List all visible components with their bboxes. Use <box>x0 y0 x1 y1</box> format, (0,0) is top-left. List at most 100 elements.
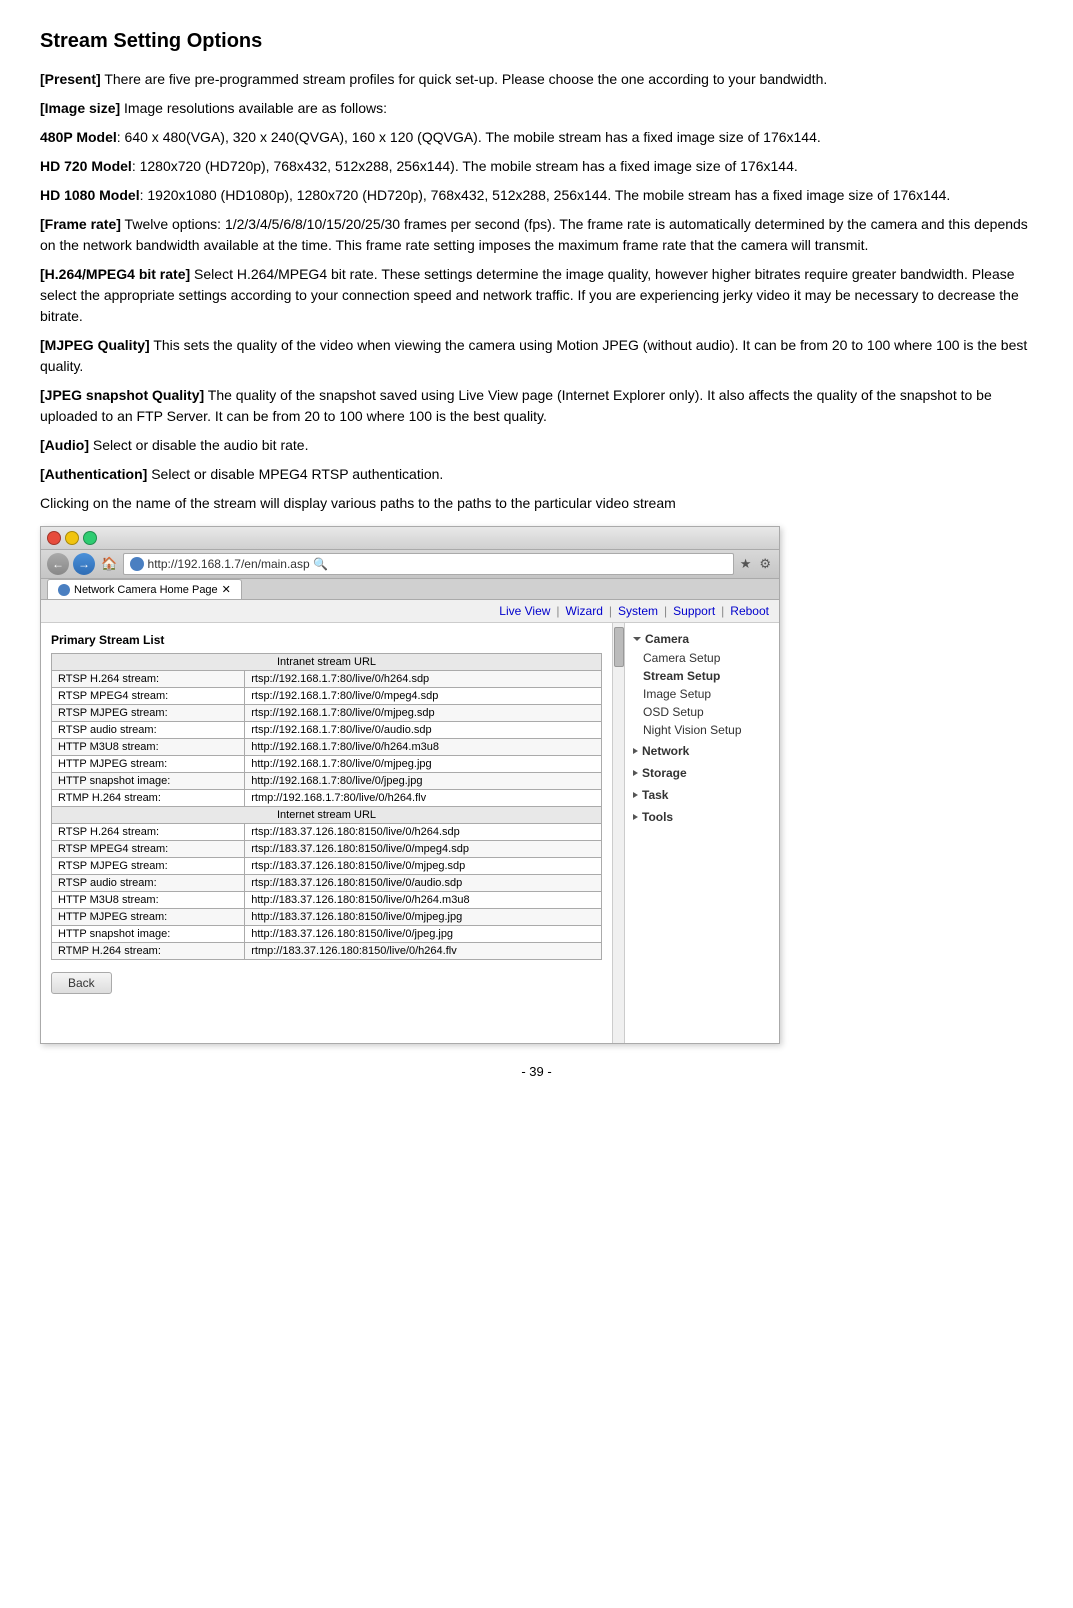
topbar-wizard[interactable]: Wizard <box>566 604 603 618</box>
stream-label: HTTP snapshot image: <box>52 773 245 790</box>
address-bar[interactable]: http://192.168.1.7/en/main.asp 🔍 <box>123 553 734 575</box>
sidebar-item-stream-setup[interactable]: Stream Setup <box>625 667 779 685</box>
star-icon[interactable]: ★ <box>740 556 752 572</box>
table-row: HTTP snapshot image:http://183.37.126.18… <box>52 926 602 943</box>
stream-label: HTTP snapshot image: <box>52 926 245 943</box>
forward-arrow-button[interactable]: → <box>73 553 95 575</box>
stream-label: RTMP H.264 stream: <box>52 790 245 807</box>
home-icon[interactable]: 🏠 <box>101 556 117 572</box>
sidebar-camera-label: Camera <box>645 632 689 646</box>
stream-label: RTSP MJPEG stream: <box>52 858 245 875</box>
url-text: http://192.168.1.7/en/main.asp <box>148 557 310 571</box>
topbar-reboot[interactable]: Reboot <box>730 604 769 618</box>
bold-h264: [H.264/MPEG4 bit rate] <box>40 266 190 282</box>
browser-titlebar <box>41 527 779 550</box>
topbar-liveview[interactable]: Live View <box>499 604 550 618</box>
paragraph-hd720: HD 720 Model: 1280x720 (HD720p), 768x432… <box>40 156 1033 177</box>
browser-window: ← → 🏠 http://192.168.1.7/en/main.asp 🔍 ★… <box>40 526 780 1044</box>
sidebar-task-header[interactable]: Task <box>625 785 779 805</box>
topbar-support[interactable]: Support <box>673 604 715 618</box>
sidebar-item-camera-setup[interactable]: Camera Setup <box>625 649 779 667</box>
stream-table-title: Primary Stream List <box>51 633 602 647</box>
task-expand-icon <box>633 792 638 798</box>
stream-table: Intranet stream URL RTSP H.264 stream:rt… <box>51 653 602 960</box>
bold-framerate: [Frame rate] <box>40 216 121 232</box>
bold-hd1080: HD 1080 Model <box>40 187 140 203</box>
sidebar-storage-header[interactable]: Storage <box>625 763 779 783</box>
page-footer: - 39 - <box>40 1064 1033 1079</box>
scroll-thumb[interactable] <box>614 627 624 667</box>
scrollbar[interactable] <box>612 623 624 1043</box>
table-row: HTTP MJPEG stream:http://183.37.126.180:… <box>52 909 602 926</box>
text-hd1080: : 1920x1080 (HD1080p), 1280x720 (HD720p)… <box>140 187 951 203</box>
paragraph-imagesize: [Image size] Image resolutions available… <box>40 98 1033 119</box>
topbar-system[interactable]: System <box>618 604 658 618</box>
stream-url: http://192.168.1.7:80/live/0/mjpeg.jpg <box>245 756 602 773</box>
bold-480p: 480P Model <box>40 129 117 145</box>
sidebar-group-tools: Tools <box>625 807 779 827</box>
stream-label: RTSP MJPEG stream: <box>52 705 245 722</box>
paragraph-mjpeg: [MJPEG Quality] This sets the quality of… <box>40 335 1033 377</box>
stream-url: rtsp://192.168.1.7:80/live/0/mpeg4.sdp <box>245 688 602 705</box>
sidebar-item-nightvision-setup[interactable]: Night Vision Setup <box>625 721 779 739</box>
stream-url: http://183.37.126.180:8150/live/0/h264.m… <box>245 892 602 909</box>
text-auth: Select or disable MPEG4 RTSP authenticat… <box>147 466 443 482</box>
sidebar-item-osd-setup[interactable]: OSD Setup <box>625 703 779 721</box>
sidebar-storage-label: Storage <box>642 766 687 780</box>
back-arrow-button[interactable]: ← <box>47 553 69 575</box>
sidebar-item-image-setup[interactable]: Image Setup <box>625 685 779 703</box>
intranet-header-cell: Intranet stream URL <box>52 654 602 671</box>
stream-url: rtsp://192.168.1.7:80/live/0/audio.sdp <box>245 722 602 739</box>
stream-table-container: Primary Stream List Intranet stream URL … <box>51 633 602 994</box>
sidebar-camera-header[interactable]: Camera <box>625 629 779 649</box>
globe-icon <box>130 557 144 571</box>
tab-title: Network Camera Home Page <box>74 584 218 596</box>
sidebar-group-network: Network <box>625 741 779 761</box>
paragraph-480p: 480P Model: 640 x 480(VGA), 320 x 240(QV… <box>40 127 1033 148</box>
stream-label: RTSP audio stream: <box>52 875 245 892</box>
maximize-button[interactable] <box>83 531 97 545</box>
stream-url: rtsp://183.37.126.180:8150/live/0/audio.… <box>245 875 602 892</box>
stream-url: rtmp://192.168.1.7:80/live/0/h264.flv <box>245 790 602 807</box>
stream-url: http://183.37.126.180:8150/live/0/jpeg.j… <box>245 926 602 943</box>
stream-label: RTSP H.264 stream: <box>52 824 245 841</box>
paragraph-h264bitrate: [H.264/MPEG4 bit rate] Select H.264/MPEG… <box>40 264 1033 327</box>
text-mjpeg: This sets the quality of the video when … <box>40 337 1027 374</box>
browser-tab[interactable]: Network Camera Home Page ✕ <box>47 579 242 599</box>
minimize-button[interactable] <box>65 531 79 545</box>
table-row: HTTP M3U8 stream:http://183.37.126.180:8… <box>52 892 602 909</box>
stream-label: RTSP MPEG4 stream: <box>52 841 245 858</box>
close-button[interactable] <box>47 531 61 545</box>
stream-url: rtsp://183.37.126.180:8150/live/0/h264.s… <box>245 824 602 841</box>
sidebar-network-header[interactable]: Network <box>625 741 779 761</box>
tab-close-button[interactable]: ✕ <box>222 583 231 596</box>
table-row: RTSP audio stream:rtsp://183.37.126.180:… <box>52 875 602 892</box>
stream-label: RTSP audio stream: <box>52 722 245 739</box>
sidebar-group-task: Task <box>625 785 779 805</box>
gear-icon[interactable]: ⚙ <box>759 556 771 572</box>
table-row: HTTP M3U8 stream:http://192.168.1.7:80/l… <box>52 739 602 756</box>
browser-content: Primary Stream List Intranet stream URL … <box>41 623 779 1043</box>
bold-audio: [Audio] <box>40 437 89 453</box>
text-framerate: Twelve options: 1/2/3/4/5/6/8/10/15/20/2… <box>40 216 1028 253</box>
stream-url: rtsp://183.37.126.180:8150/live/0/mjpeg.… <box>245 858 602 875</box>
stream-url: http://192.168.1.7:80/live/0/h264.m3u8 <box>245 739 602 756</box>
internet-header-cell: Internet stream URL <box>52 807 602 824</box>
table-row: RTSP H.264 stream:rtsp://183.37.126.180:… <box>52 824 602 841</box>
stream-label: HTTP MJPEG stream: <box>52 756 245 773</box>
stream-url: http://192.168.1.7:80/live/0/jpeg.jpg <box>245 773 602 790</box>
table-row: RTSP MJPEG stream:rtsp://183.37.126.180:… <box>52 858 602 875</box>
sidebar-tools-header[interactable]: Tools <box>625 807 779 827</box>
table-row: RTSP H.264 stream:rtsp://192.168.1.7:80/… <box>52 671 602 688</box>
page-number: - 39 - <box>521 1064 551 1079</box>
back-button[interactable]: Back <box>51 972 112 994</box>
internet-header-row: Internet stream URL <box>52 807 602 824</box>
bold-mjpeg: [MJPEG Quality] <box>40 337 150 353</box>
table-row: RTMP H.264 stream:rtmp://183.37.126.180:… <box>52 943 602 960</box>
tab-bar: Network Camera Home Page ✕ <box>41 579 779 600</box>
paragraph-hd1080: HD 1080 Model: 1920x1080 (HD1080p), 1280… <box>40 185 1033 206</box>
content-area: [Present] There are five pre-programmed … <box>40 69 1033 514</box>
paragraph-framerate: [Frame rate] Twelve options: 1/2/3/4/5/6… <box>40 214 1033 256</box>
sidebar-network-label: Network <box>642 744 689 758</box>
stream-url: http://183.37.126.180:8150/live/0/mjpeg.… <box>245 909 602 926</box>
